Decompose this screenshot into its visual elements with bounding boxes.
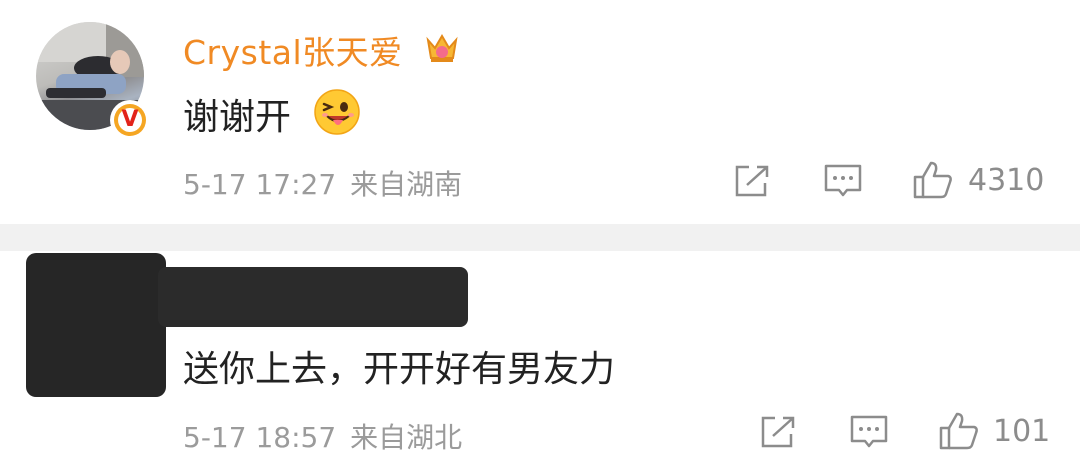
comment-text: 送你上去，开开好有男友力 xyxy=(183,349,616,390)
comment-item: V Crystal张天爱 谢谢开 5-17 17:27 来自湖南 4310 xyxy=(0,0,1080,224)
like-count: 4310 xyxy=(968,163,1045,198)
divider xyxy=(0,224,1080,251)
share-icon[interactable] xyxy=(733,163,771,199)
comment-text: 谢谢开 xyxy=(183,97,292,138)
share-icon[interactable] xyxy=(759,414,797,450)
comment-meta: 5-17 18:57 来自湖北 xyxy=(183,416,462,456)
location: 来自湖北 xyxy=(350,421,463,454)
username[interactable]: Crystal张天爱 xyxy=(183,26,403,74)
comment-meta: 5-17 17:27 来自湖南 xyxy=(183,163,462,203)
like-icon[interactable] xyxy=(938,411,980,451)
timestamp: 5-17 18:57 xyxy=(183,421,337,454)
redacted-avatar xyxy=(26,253,166,397)
comment-icon[interactable] xyxy=(823,163,863,199)
like-count: 101 xyxy=(993,414,1051,449)
wink-emoji-icon xyxy=(314,89,360,135)
crown-icon xyxy=(426,34,458,62)
like-icon[interactable] xyxy=(912,160,954,200)
verified-badge-icon: V xyxy=(110,100,150,140)
comment-icon[interactable] xyxy=(849,414,889,450)
redacted-username xyxy=(158,267,468,327)
location: 来自湖南 xyxy=(350,168,463,201)
timestamp: 5-17 17:27 xyxy=(183,168,337,201)
